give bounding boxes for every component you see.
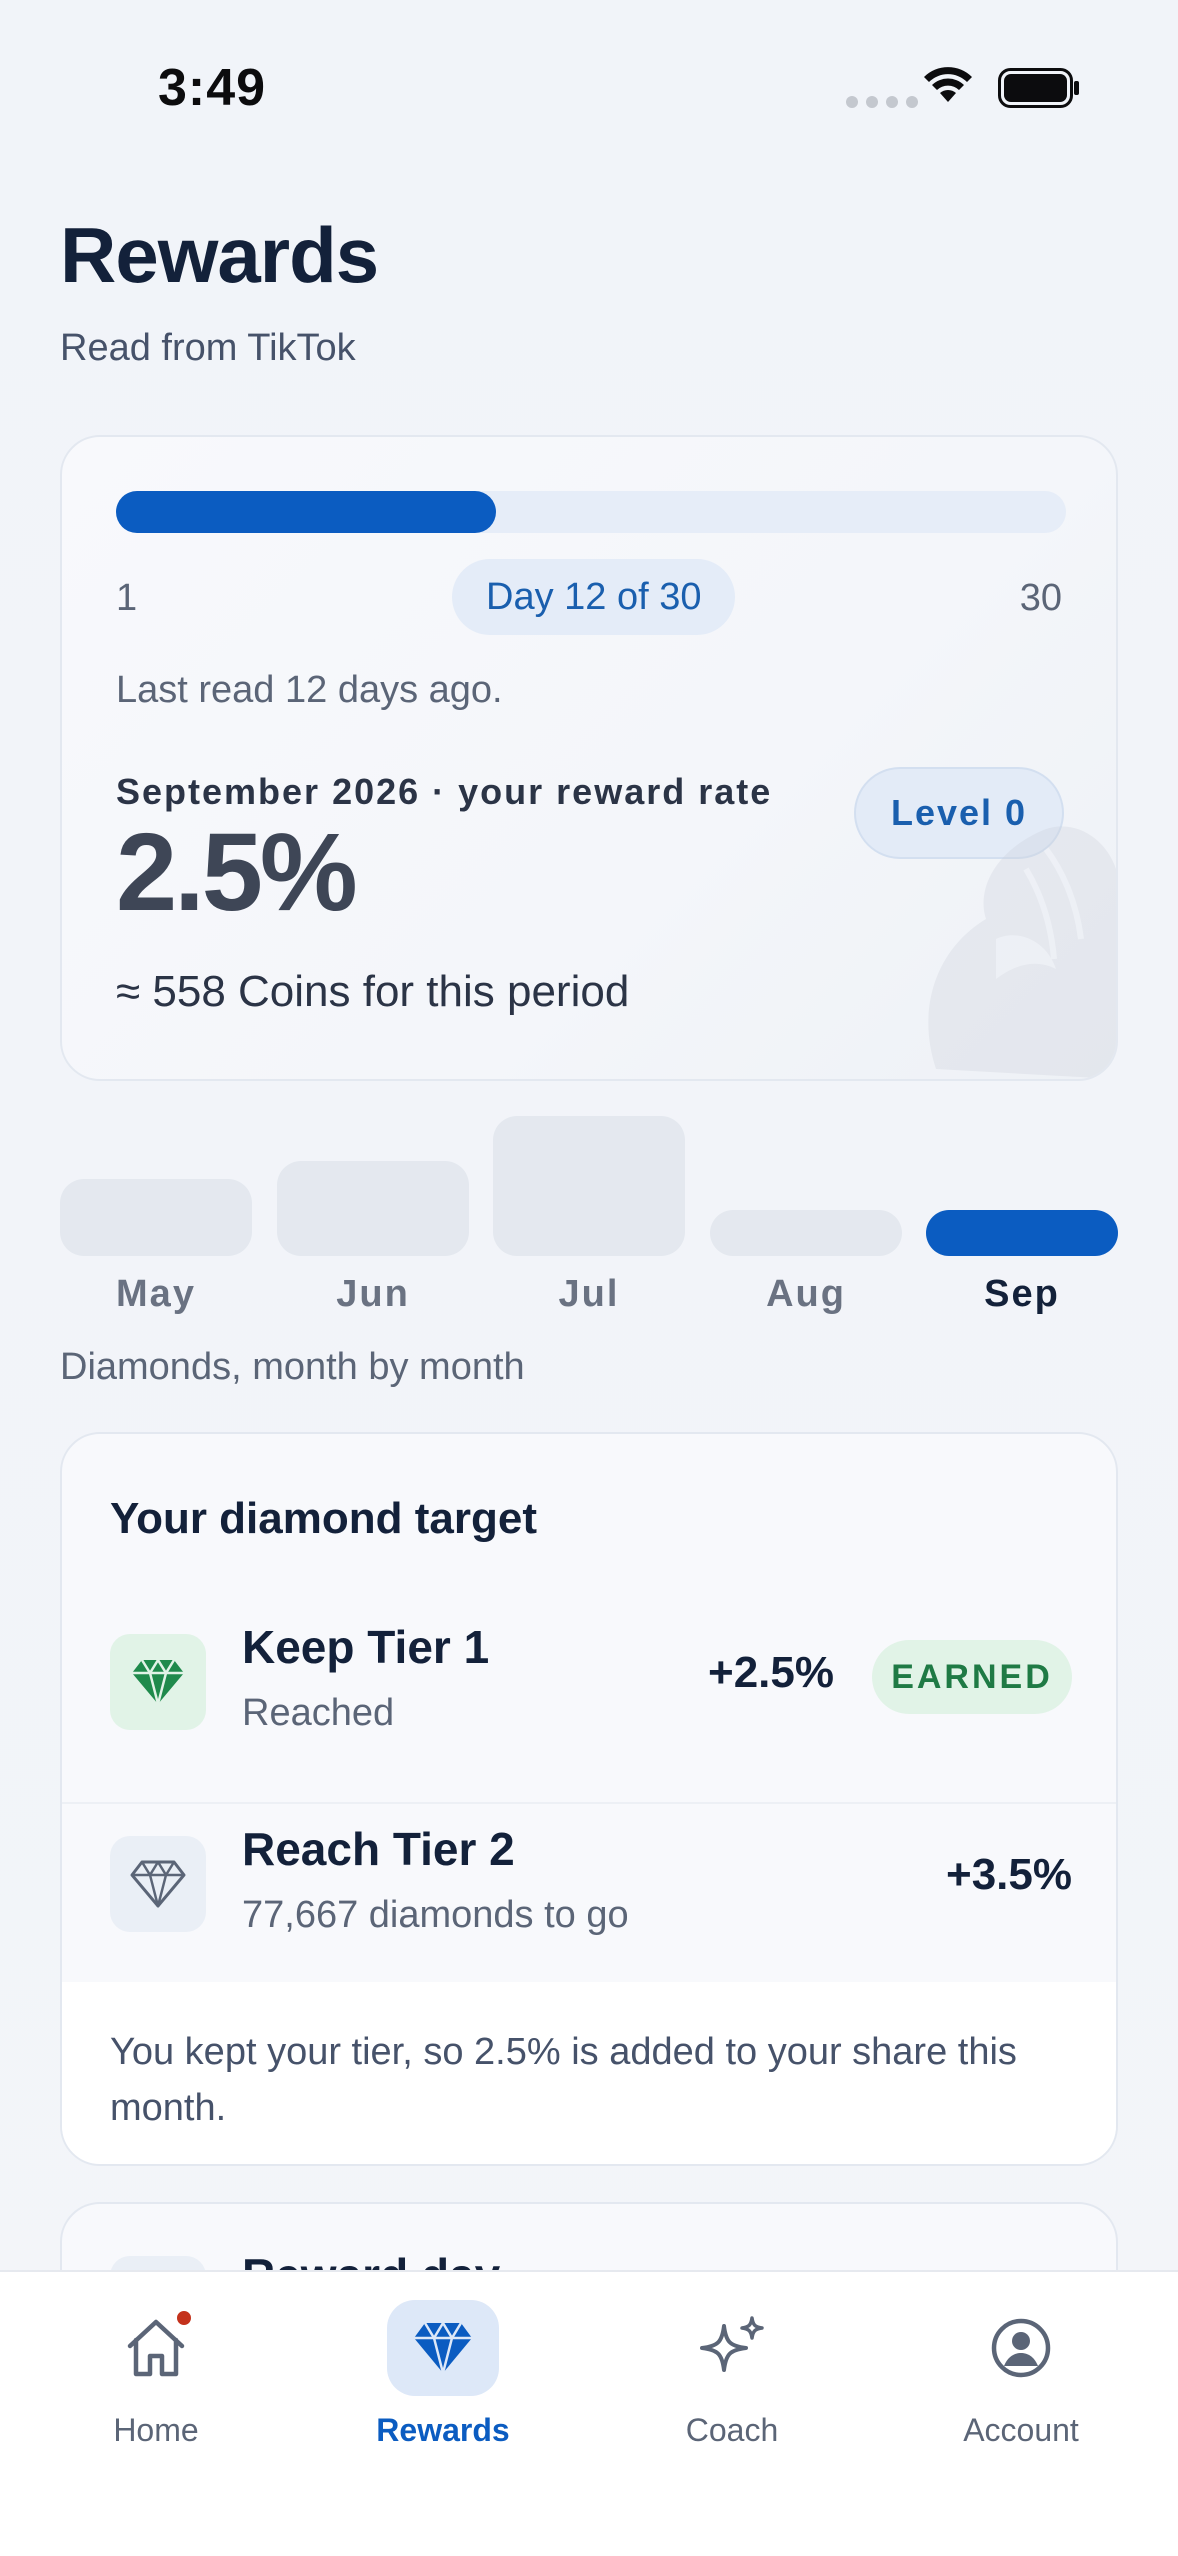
- diamond-target-card: Your diamond target Keep Tier 1 Reached …: [60, 1432, 1118, 2166]
- monthly-diamonds-caption: Diamonds, month by month: [60, 1346, 525, 1388]
- month-column[interactable]: Jul: [493, 1116, 685, 1316]
- status-time: 3:49: [158, 59, 267, 117]
- cycle-range-end: 30: [1019, 577, 1062, 619]
- tab-label: Home: [113, 2412, 199, 2448]
- month-label: Jun: [336, 1273, 410, 1315]
- tier-name: Keep Tier 1: [242, 1621, 490, 1673]
- month-column[interactable]: May: [60, 1116, 252, 1316]
- day-indicator-pill: Day 12 of 30: [452, 559, 736, 635]
- diamond-target-note: You kept your tier, so 2.5% is added to …: [62, 1982, 1116, 2164]
- tab-coach[interactable]: Coach: [622, 2300, 842, 2470]
- tier-bonus: +2.5%: [708, 1648, 834, 1697]
- account-icon: [991, 2318, 1051, 2378]
- tier-name: Reach Tier 2: [242, 1823, 515, 1875]
- month-label: May: [116, 1273, 196, 1315]
- tab-home[interactable]: Home: [46, 2300, 266, 2470]
- month-column[interactable]: Aug: [710, 1116, 902, 1316]
- tier-row-reach-tier-2[interactable]: Reach Tier 2 77,667 diamonds to go +3.5%: [62, 1806, 1116, 2006]
- tab-label: Rewards: [376, 2412, 510, 2448]
- cycle-range-start: 1: [116, 577, 138, 619]
- reward-rate-caption: September 2026 · your reward rate: [116, 771, 773, 812]
- diamond-icon: [414, 2320, 472, 2374]
- last-read-text: Last read 12 days ago.: [116, 669, 503, 711]
- notification-dot: [174, 2308, 194, 2328]
- tier-status: 77,667 diamonds to go: [242, 1894, 629, 1936]
- tier-bonus: +3.5%: [946, 1850, 1072, 1899]
- diamond-icon: [110, 1634, 206, 1730]
- reward-rate-card: 1 Day 12 of 30 30 Last read 12 days ago.…: [60, 435, 1118, 1081]
- month-column[interactable]: Jun: [277, 1116, 469, 1316]
- cycle-progress-fill: [116, 491, 496, 533]
- diamond-target-title: Your diamond target: [110, 1494, 537, 1543]
- month-bar: [493, 1116, 685, 1256]
- page-title: Rewards: [60, 211, 379, 299]
- month-label: Aug: [766, 1273, 846, 1315]
- cycle-progress-bar: [116, 491, 1066, 533]
- status-bar: 3:49: [0, 0, 1178, 170]
- horse-watermark-icon: [928, 826, 1116, 1079]
- tier-row-keep-tier-1[interactable]: Keep Tier 1 Reached +2.5% EARNED: [62, 1604, 1116, 1804]
- tab-label: Account: [963, 2412, 1079, 2448]
- bottom-tab-bar: Home Rewards Coach Account: [0, 2270, 1178, 2556]
- sparkle-icon: [700, 2316, 764, 2372]
- month-bar: [926, 1210, 1118, 1256]
- month-bar: [60, 1179, 252, 1256]
- tab-rewards[interactable]: Rewards: [333, 2300, 553, 2470]
- tab-account[interactable]: Account: [911, 2300, 1131, 2470]
- month-column[interactable]: Sep: [926, 1116, 1118, 1316]
- reward-rate-value: 2.5%: [116, 811, 358, 934]
- coins-estimate: ≈ 558 Coins for this period: [116, 967, 630, 1016]
- monthly-diamonds-chart: May Jun Jul Aug Sep: [60, 1116, 1118, 1316]
- cellular-signal-icon: [846, 96, 918, 108]
- tier-status: Reached: [242, 1692, 395, 1734]
- diamond-outline-icon: [110, 1836, 206, 1932]
- earned-badge: EARNED: [872, 1640, 1072, 1714]
- wifi-icon: [924, 67, 972, 102]
- month-bar: [277, 1161, 469, 1256]
- month-bar: [710, 1210, 902, 1256]
- battery-icon: [998, 68, 1079, 108]
- page-subtitle: Read from TikTok: [60, 327, 356, 369]
- tab-label: Coach: [685, 2412, 779, 2448]
- month-label: Sep: [984, 1273, 1060, 1315]
- month-label: Jul: [558, 1273, 620, 1315]
